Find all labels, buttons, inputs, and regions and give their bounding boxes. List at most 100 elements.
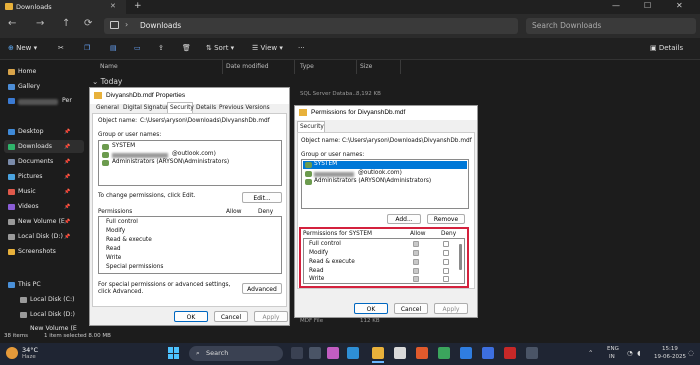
sidebar-item-videos[interactable]: Videos bbox=[18, 203, 39, 210]
sort-button[interactable]: ⇅ Sort ▾ bbox=[206, 44, 234, 52]
widgets-icon[interactable] bbox=[291, 347, 303, 359]
sidebar-item-personal[interactable]: Per bbox=[62, 97, 72, 104]
ok-button[interactable]: OK bbox=[354, 303, 388, 314]
file-explorer-icon[interactable] bbox=[372, 347, 384, 359]
edit-button[interactable]: Edit... bbox=[242, 192, 282, 203]
more-icon[interactable]: ··· bbox=[298, 44, 305, 52]
network-icon[interactable]: ◔ bbox=[627, 349, 633, 357]
group-label: Group or user names: bbox=[301, 152, 365, 158]
refresh-icon[interactable]: ⟳ bbox=[84, 18, 92, 29]
add-button[interactable]: Add... bbox=[387, 214, 421, 224]
apply-button[interactable]: Apply bbox=[254, 311, 288, 322]
sidebar-item-local-disk-c[interactable]: Local Disk (C:) bbox=[30, 296, 75, 303]
pictures-icon bbox=[8, 174, 15, 180]
up-icon[interactable]: ↑ bbox=[62, 18, 70, 29]
sidebar-item-screenshots[interactable]: Screenshots bbox=[18, 248, 56, 255]
user-email[interactable]: @outlook.com) bbox=[172, 151, 216, 157]
tab-downloads[interactable]: Downloads bbox=[0, 0, 126, 14]
back-icon[interactable]: ← bbox=[8, 18, 16, 29]
close-window-icon[interactable]: ✕ bbox=[676, 1, 683, 10]
paste-icon[interactable]: ▤ bbox=[110, 44, 117, 52]
app-icon[interactable] bbox=[526, 347, 538, 359]
pin-icon: 📌 bbox=[64, 234, 71, 240]
language-code[interactable]: ENG bbox=[607, 346, 619, 352]
sidebar-item-local-disk-d2[interactable]: Local Disk (D:) bbox=[30, 311, 75, 318]
app-icon[interactable] bbox=[460, 347, 472, 359]
tab-general[interactable]: General bbox=[96, 105, 119, 111]
clock-time[interactable]: 15:19 bbox=[662, 346, 678, 352]
column-name[interactable]: Name bbox=[100, 63, 118, 70]
sidebar-item-desktop[interactable]: Desktop bbox=[18, 128, 44, 135]
rename-icon[interactable]: ▭ bbox=[134, 44, 141, 52]
monitor-icon bbox=[110, 21, 119, 29]
delete-icon[interactable]: 🗑 bbox=[182, 44, 191, 52]
perm-row: Full control bbox=[106, 219, 138, 225]
weather-text: Haze bbox=[22, 354, 36, 360]
edge-icon[interactable] bbox=[347, 347, 359, 359]
pc-icon bbox=[8, 282, 15, 288]
start-tile bbox=[174, 347, 179, 353]
cut-icon[interactable]: ✂ bbox=[58, 44, 64, 52]
share-icon[interactable]: ⇪ bbox=[158, 44, 164, 52]
address-text: Downloads bbox=[140, 21, 182, 30]
tab-close-icon[interactable]: ✕ bbox=[110, 2, 116, 10]
app-icon[interactable] bbox=[394, 347, 406, 359]
app-icon[interactable] bbox=[504, 347, 516, 359]
cancel-button[interactable]: Cancel bbox=[394, 303, 428, 314]
user-system[interactable]: SYSTEM bbox=[314, 161, 337, 167]
tab-previous-versions[interactable]: Previous Versions bbox=[219, 105, 270, 111]
group-header[interactable]: ⌄ Today bbox=[92, 77, 122, 86]
user-email[interactable]: @outlook.com) bbox=[358, 170, 402, 176]
sidebar-item-documents[interactable]: Documents bbox=[18, 158, 53, 165]
sidebar-item-new-volume2[interactable]: New Volume (E bbox=[30, 325, 77, 332]
volume-icon[interactable]: ◖ bbox=[637, 349, 640, 357]
sidebar-item-gallery[interactable]: Gallery bbox=[18, 83, 40, 90]
remove-button[interactable]: Remove bbox=[427, 214, 465, 224]
sidebar-item-home[interactable]: Home bbox=[18, 68, 36, 75]
tab-security[interactable]: Security bbox=[300, 124, 324, 130]
deny-header: Deny bbox=[258, 209, 274, 215]
notification-icon[interactable]: ◌ bbox=[688, 349, 694, 357]
highlight-box bbox=[299, 227, 469, 288]
apply-button[interactable]: Apply bbox=[434, 303, 468, 314]
start-icon[interactable] bbox=[168, 347, 180, 359]
sidebar-item-this-pc[interactable]: This PC bbox=[18, 281, 41, 288]
minimize-icon[interactable]: — bbox=[612, 1, 620, 10]
app-icon[interactable] bbox=[438, 347, 450, 359]
tab-security[interactable]: Security bbox=[170, 105, 194, 111]
sidebar-item-local-disk-d[interactable]: Local Disk (D:) bbox=[18, 233, 63, 240]
language-region[interactable]: IN bbox=[609, 354, 615, 360]
user-group-icon bbox=[102, 160, 109, 166]
copilot-icon[interactable] bbox=[327, 347, 339, 359]
task-view-icon[interactable] bbox=[309, 347, 321, 359]
taskbar-search[interactable] bbox=[189, 346, 283, 361]
cancel-button[interactable]: Cancel bbox=[214, 311, 248, 322]
user-system[interactable]: SYSTEM bbox=[112, 143, 135, 149]
forward-icon[interactable]: → bbox=[36, 18, 44, 29]
app-icon[interactable] bbox=[482, 347, 494, 359]
sidebar-item-new-volume[interactable]: New Volume (E bbox=[18, 218, 65, 225]
clock-date[interactable]: 19-06-2025 bbox=[654, 354, 686, 360]
details-button[interactable]: ▣ Details bbox=[650, 44, 683, 52]
copy-icon[interactable]: ❐ bbox=[84, 44, 90, 52]
column-size[interactable]: Size bbox=[360, 63, 372, 70]
ok-button[interactable]: OK bbox=[174, 311, 208, 322]
sidebar-item-music[interactable]: Music bbox=[18, 188, 36, 195]
advanced-button[interactable]: Advanced bbox=[242, 283, 282, 294]
user-admins[interactable]: Administrators (ARYSON\Administrators) bbox=[112, 159, 229, 165]
new-tab-icon[interactable]: + bbox=[134, 1, 142, 11]
brave-icon[interactable] bbox=[416, 347, 428, 359]
column-date[interactable]: Date modified bbox=[226, 63, 269, 70]
folder-icon bbox=[8, 249, 15, 255]
user-admins[interactable]: Administrators (ARYSON\Administrators) bbox=[314, 178, 431, 184]
perm-row: Special permissions bbox=[106, 264, 164, 270]
sidebar-item-downloads[interactable]: Downloads bbox=[18, 143, 52, 150]
tray-chevron-icon[interactable]: ⌃ bbox=[588, 349, 593, 357]
pin-icon: 📌 bbox=[64, 189, 71, 195]
view-button[interactable]: ☰ View ▾ bbox=[252, 44, 283, 52]
maximize-icon[interactable]: ☐ bbox=[644, 1, 651, 10]
column-type[interactable]: Type bbox=[300, 63, 314, 70]
sidebar-item-pictures[interactable]: Pictures bbox=[18, 173, 43, 180]
tab-details[interactable]: Details bbox=[196, 105, 216, 111]
new-button[interactable]: ⊕ New ▾ bbox=[8, 44, 37, 52]
